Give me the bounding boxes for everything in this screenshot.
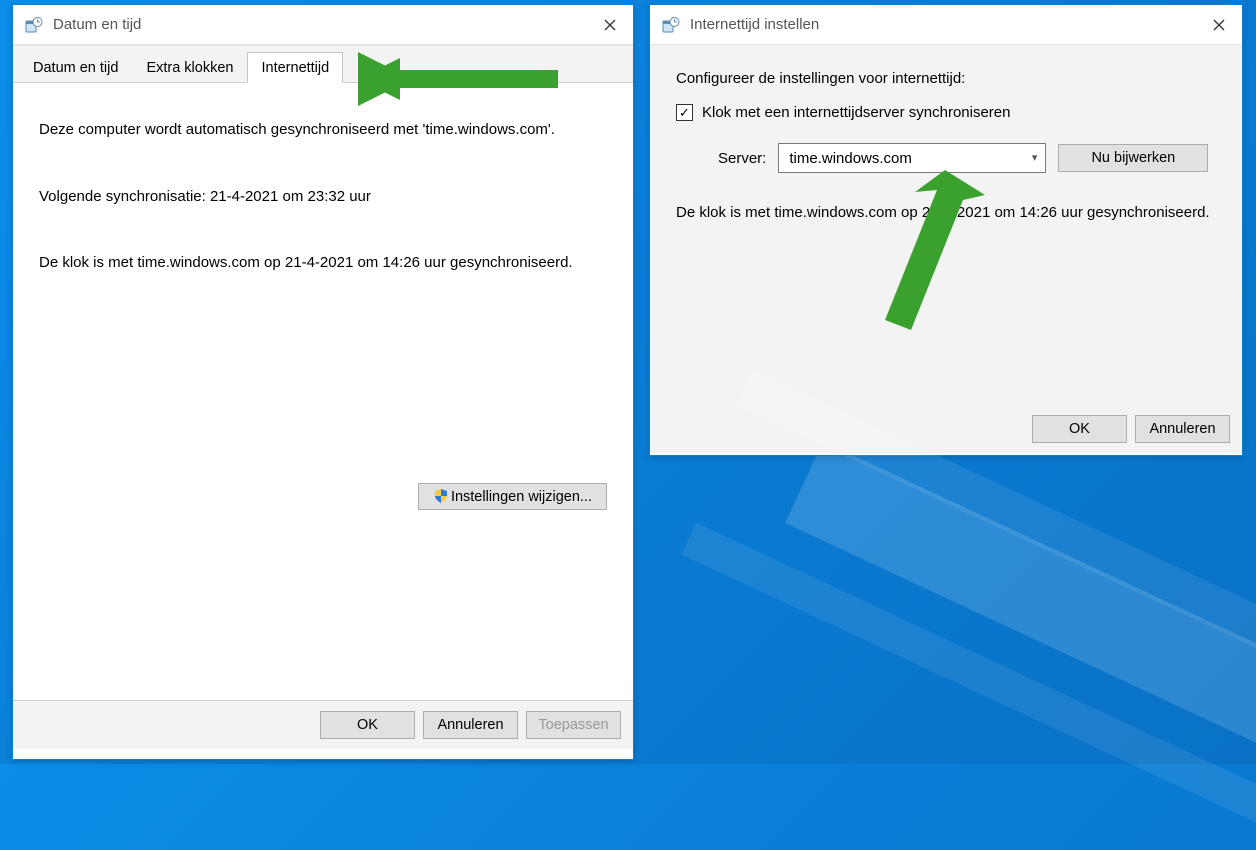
window-title: Internettijd instellen [690, 16, 1196, 33]
titlebar[interactable]: Internettijd instellen [650, 5, 1242, 45]
cancel-button[interactable]: Annuleren [1135, 415, 1230, 443]
dialog-button-row: OK Annuleren Toepassen [13, 701, 633, 749]
clock-calendar-icon [662, 16, 680, 34]
sync-status-text: De klok is met time.windows.com op 21-4-… [676, 201, 1216, 224]
ok-button[interactable]: OK [320, 711, 415, 739]
sync-checkbox-label: Klok met een internettijdserver synchron… [702, 104, 1010, 121]
titlebar[interactable]: Datum en tijd [13, 5, 633, 45]
server-label: Server: [718, 150, 766, 167]
clock-calendar-icon [25, 16, 43, 34]
date-time-window: Datum en tijd Datum en tijd Extra klokke… [12, 4, 634, 760]
tab-datum-en-tijd[interactable]: Datum en tijd [19, 52, 132, 82]
dialog-button-row: OK Annuleren [650, 405, 1242, 453]
change-settings-button[interactable]: Instellingen wijzigen... [418, 483, 607, 510]
uac-shield-icon [433, 488, 449, 504]
tabstrip: Datum en tijd Extra klokken Internettijd [13, 45, 633, 83]
ok-button[interactable]: OK [1032, 415, 1127, 443]
last-sync-text: De klok is met time.windows.com op 21-4-… [39, 252, 607, 275]
update-now-button[interactable]: Nu bijwerken [1058, 144, 1208, 172]
server-combobox[interactable]: time.windows.com ▾ [778, 143, 1046, 173]
intro-text: Configureer de instellingen voor interne… [676, 67, 1216, 90]
sync-info-text: Deze computer wordt automatisch gesynchr… [39, 119, 607, 142]
internet-time-settings-window: Internettijd instellen Configureer de in… [649, 4, 1243, 456]
window-title: Datum en tijd [53, 16, 587, 33]
apply-button: Toepassen [526, 711, 621, 739]
next-sync-text: Volgende synchronisatie: 21-4-2021 om 23… [39, 186, 607, 209]
cancel-button[interactable]: Annuleren [423, 711, 518, 739]
dialog-body: Configureer de instellingen voor interne… [650, 45, 1242, 405]
sync-checkbox[interactable]: ✓ [676, 104, 693, 121]
tab-panel-internettijd: Deze computer wordt automatisch gesynchr… [13, 83, 633, 701]
change-settings-label: Instellingen wijzigen... [451, 489, 592, 505]
close-button[interactable] [1196, 5, 1242, 45]
close-button[interactable] [587, 5, 633, 45]
chevron-down-icon: ▾ [1032, 151, 1038, 164]
server-value: time.windows.com [789, 150, 912, 167]
tab-extra-klokken[interactable]: Extra klokken [132, 52, 247, 82]
tab-internettijd[interactable]: Internettijd [247, 52, 343, 83]
